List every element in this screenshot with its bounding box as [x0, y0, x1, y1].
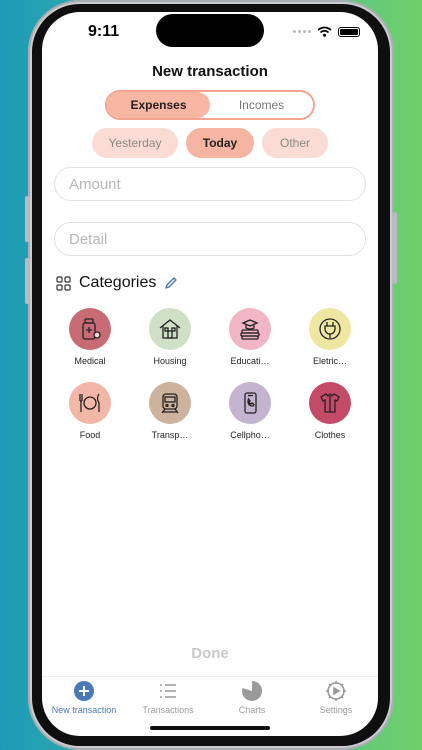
list-icon: [160, 684, 176, 698]
segment-expenses[interactable]: Expenses: [107, 92, 210, 118]
categories-title: Categories: [79, 274, 157, 291]
tab-label: Charts: [238, 705, 266, 715]
day-other[interactable]: Other: [262, 128, 328, 158]
category-food[interactable]: Food: [55, 382, 125, 440]
books-graduation-icon: [229, 308, 271, 350]
category-label: Eletric…: [312, 356, 347, 366]
category-label: Cellpho…: [230, 430, 270, 440]
smartphone-icon: [229, 382, 271, 424]
tab-settings[interactable]: Settings: [294, 677, 378, 736]
status-time: 9:11: [88, 23, 120, 40]
category-cellphone[interactable]: Cellpho…: [215, 382, 285, 440]
side-button: [25, 258, 30, 304]
gear-icon: [326, 681, 346, 701]
category-label: Medical: [74, 356, 106, 366]
category-label: Clothes: [314, 430, 346, 440]
category-transport[interactable]: Transp…: [135, 382, 205, 440]
tab-label: Transactions: [142, 705, 194, 715]
tab-label: New transaction: [51, 705, 117, 715]
app-screen: 9:11 New transaction Expenses Incomes Ye…: [42, 12, 378, 736]
plate-utensils-icon: [69, 382, 111, 424]
tab-new-transaction[interactable]: New transaction: [42, 677, 126, 736]
amount-field[interactable]: Amount: [54, 167, 366, 201]
segment-incomes[interactable]: Incomes: [210, 92, 313, 118]
pie-chart-icon: [242, 680, 263, 701]
day-today[interactable]: Today: [186, 128, 254, 158]
categories-header: Categories: [56, 274, 178, 292]
side-button: [25, 196, 30, 242]
home-indicator: [150, 726, 270, 730]
dynamic-island: [156, 14, 264, 47]
categories-grid: Medical Housing Educati… Eletric… Food T…: [50, 308, 370, 456]
transaction-type-segment: Expenses Incomes: [105, 90, 315, 120]
category-education[interactable]: Educati…: [215, 308, 285, 366]
wifi-icon: [317, 26, 332, 37]
clothes-icon: [309, 382, 351, 424]
category-label: Housing: [153, 356, 187, 366]
status-icons: [293, 26, 360, 37]
category-electric[interactable]: Eletric…: [295, 308, 365, 366]
category-medical[interactable]: Medical: [55, 308, 125, 366]
side-button: [392, 212, 397, 284]
category-clothes[interactable]: Clothes: [295, 382, 365, 440]
battery-icon: [338, 26, 360, 37]
category-label: Food: [79, 430, 101, 440]
category-housing[interactable]: Housing: [135, 308, 205, 366]
house-icon: [149, 308, 191, 350]
grid-icon: [56, 275, 71, 291]
plug-icon: [309, 308, 351, 350]
screen-title: New transaction: [152, 63, 268, 80]
done-button[interactable]: Done: [42, 645, 378, 662]
train-icon: [149, 382, 191, 424]
medicine-bottle-icon: [69, 308, 111, 350]
signal-icon: [293, 30, 311, 33]
pencil-icon[interactable]: [164, 276, 178, 290]
day-segment: Yesterday Today Other: [92, 128, 328, 158]
tab-label: Settings: [319, 705, 353, 715]
plus-circle-icon: [74, 681, 94, 701]
category-label: Educati…: [230, 356, 270, 366]
detail-field[interactable]: Detail: [54, 222, 366, 256]
day-yesterday[interactable]: Yesterday: [92, 128, 178, 158]
category-label: Transp…: [151, 430, 189, 440]
